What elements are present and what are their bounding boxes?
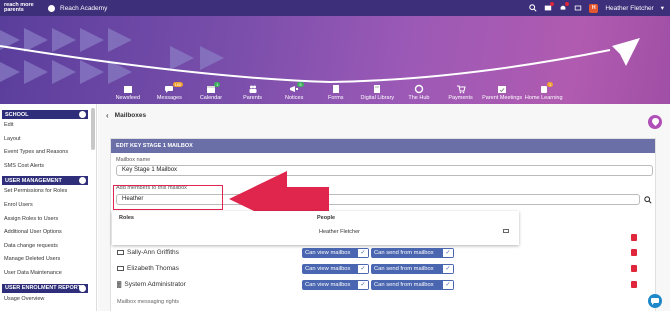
chevron-down-icon (79, 111, 86, 118)
top-bar: reach more parents Reach Academy H Heath… (0, 0, 670, 16)
can-send-toggle[interactable]: Can send from mailbox ✓ (371, 263, 454, 274)
nav-parent-meetings[interactable]: Parent Meetings (481, 84, 523, 104)
member-name: Elizabeth Thomas (127, 265, 179, 272)
breadcrumb-mailboxes[interactable]: Mailboxes (115, 112, 146, 119)
panel-title: EDIT KEY STAGE 1 MAILBOX (111, 139, 655, 153)
sidebar-section-user-management[interactable]: USER MANAGEMENT (2, 176, 88, 186)
member-name: Sally-Ann Griffiths (127, 249, 179, 256)
school-selector[interactable]: Reach Academy (48, 4, 108, 12)
sidebar-section-school[interactable]: SCHOOL (2, 110, 88, 119)
nav-payments[interactable]: Payments (440, 84, 482, 104)
check-icon: ✓ (358, 280, 368, 289)
nav-newsfeed[interactable]: Newsfeed (107, 84, 149, 104)
search-icon[interactable] (644, 196, 652, 204)
sidebar-section-user-enrolment-reports[interactable]: USER ENROLMENT REPORTS (2, 283, 88, 293)
check-icon: ✓ (443, 248, 453, 257)
cart-icon (456, 85, 466, 94)
messages-badge: 100 (172, 82, 184, 87)
member-row: Sally-Ann Griffiths Can view mailbox ✓ Ca… (117, 247, 645, 258)
sidebar-item-data-change-requests[interactable]: Data change requests (0, 240, 96, 254)
sidebar-item-sms-cost-alerts[interactable]: SMS Cost Alerts (0, 160, 96, 174)
people-header: People (317, 215, 336, 221)
member-name: System Administrator (124, 281, 186, 288)
main-content: ‹ Mailboxes EDIT KEY STAGE 1 MAILBOX Mai… (98, 104, 670, 311)
annotation-highlight-box (113, 185, 223, 210)
pin-icon[interactable] (648, 115, 662, 129)
hub-icon (414, 84, 424, 94)
language-icon[interactable] (574, 4, 582, 12)
sidebar-item-set-permissions[interactable]: Set Permissions for Roles (0, 185, 96, 199)
sidebar-item-user-data-maintenance[interactable]: User Data Maintenance (0, 267, 96, 281)
check-icon: ✓ (443, 280, 453, 289)
can-send-toggle[interactable]: Can send from mailbox ✓ (371, 247, 454, 258)
can-view-toggle[interactable]: Can view mailbox ✓ (302, 247, 369, 258)
school-name: Reach Academy (60, 4, 108, 12)
nav-digital-library[interactable]: Digital Library (357, 84, 399, 104)
sidebar-item-enrol-users[interactable]: Enrol Users (0, 199, 96, 213)
chevron-down-icon[interactable]: ▾ (661, 4, 664, 12)
check-icon: ✓ (358, 264, 368, 273)
main-nav: Newsfeed 100 Messages 1 Calendar Parents… (0, 82, 670, 104)
nav-parents[interactable]: Parents (232, 84, 274, 104)
form-icon (332, 85, 339, 93)
id-card-icon (117, 266, 124, 271)
member-row: ▓ System Administrator Can view mailbox ✓ … (117, 279, 645, 290)
trash-icon[interactable] (631, 249, 637, 256)
nav-notices[interactable]: 5 Notices (273, 82, 315, 104)
check-icon: ✓ (358, 248, 368, 257)
sidebar-item-event-types[interactable]: Event Types and Reasons (0, 146, 96, 160)
calendar-badge: 1 (214, 82, 221, 87)
people-icon (249, 85, 257, 93)
chevron-left-icon[interactable]: ‹ (106, 111, 109, 120)
meeting-icon (498, 86, 507, 93)
bell-icon[interactable] (559, 2, 570, 12)
avatar[interactable]: H (589, 3, 599, 13)
sidebar-item-layout[interactable]: Layout (0, 133, 96, 147)
nav-the-hub[interactable]: The Hub (398, 84, 440, 104)
chevron-down-icon (79, 177, 86, 185)
home-learning-badge: 1 (546, 82, 554, 87)
can-view-toggle[interactable]: Can view mailbox ✓ (302, 279, 369, 290)
sidebar-item-assign-roles[interactable]: Assign Roles to Users (0, 213, 96, 227)
sidebar-item-edit[interactable]: Edit (0, 119, 96, 133)
user-name[interactable]: Heather Fletcher (605, 5, 653, 12)
nav-forms[interactable]: Forms (315, 84, 357, 104)
school-crest-icon (48, 4, 55, 12)
group-icon: ▓ (117, 281, 122, 288)
logo-text-line2: parents (4, 7, 24, 13)
chat-support-icon[interactable] (648, 294, 662, 308)
nav-messages[interactable]: 100 Messages (149, 82, 191, 104)
id-card-icon (503, 229, 509, 233)
app-logo[interactable]: reach more parents (4, 2, 40, 13)
can-send-toggle[interactable]: Can send from mailbox ✓ (371, 279, 454, 290)
book-icon (374, 85, 381, 93)
search-icon[interactable] (529, 4, 537, 12)
sidebar: SCHOOL Edit Layout Event Types and Reaso… (0, 104, 97, 311)
dropdown-option-person[interactable]: Heather Fletcher (319, 229, 360, 235)
mailbox-name-input[interactable]: Key Stage 1 Mailbox (116, 165, 653, 176)
nav-calendar[interactable]: 1 Calendar (190, 82, 232, 104)
id-card-icon (117, 250, 124, 255)
chevron-down-icon (79, 284, 86, 292)
sidebar-scrollbar[interactable] (91, 108, 95, 150)
breadcrumb: ‹ Mailboxes (106, 111, 146, 120)
sidebar-item-additional-options[interactable]: Additional User Options (0, 226, 96, 240)
messaging-rights-label: Mailbox messaging rights (117, 299, 180, 305)
can-view-toggle[interactable]: Can view mailbox ✓ (302, 263, 369, 274)
mailbox-name-label: Mailbox name (116, 157, 151, 163)
sidebar-item-usage-overview[interactable]: Usage Overview (0, 293, 96, 307)
notices-badge: 5 (297, 82, 304, 87)
trash-icon[interactable] (631, 281, 637, 288)
autocomplete-dropdown: Roles People Heather Fletcher (112, 211, 519, 245)
nav-home-learning[interactable]: 1 Home Learning (523, 82, 565, 104)
edit-mailbox-panel: EDIT KEY STAGE 1 MAILBOX Mailbox name Ke… (110, 138, 656, 311)
trash-icon[interactable] (631, 234, 637, 241)
sidebar-item-manage-deleted-users[interactable]: Manage Deleted Users (0, 253, 96, 267)
messages-icon[interactable] (544, 2, 555, 12)
trash-icon[interactable] (631, 265, 637, 272)
newspaper-icon (123, 86, 132, 93)
check-icon: ✓ (443, 264, 453, 273)
member-row: Elizabeth Thomas Can view mailbox ✓ Can s… (117, 263, 645, 274)
roles-header: Roles (119, 215, 134, 221)
